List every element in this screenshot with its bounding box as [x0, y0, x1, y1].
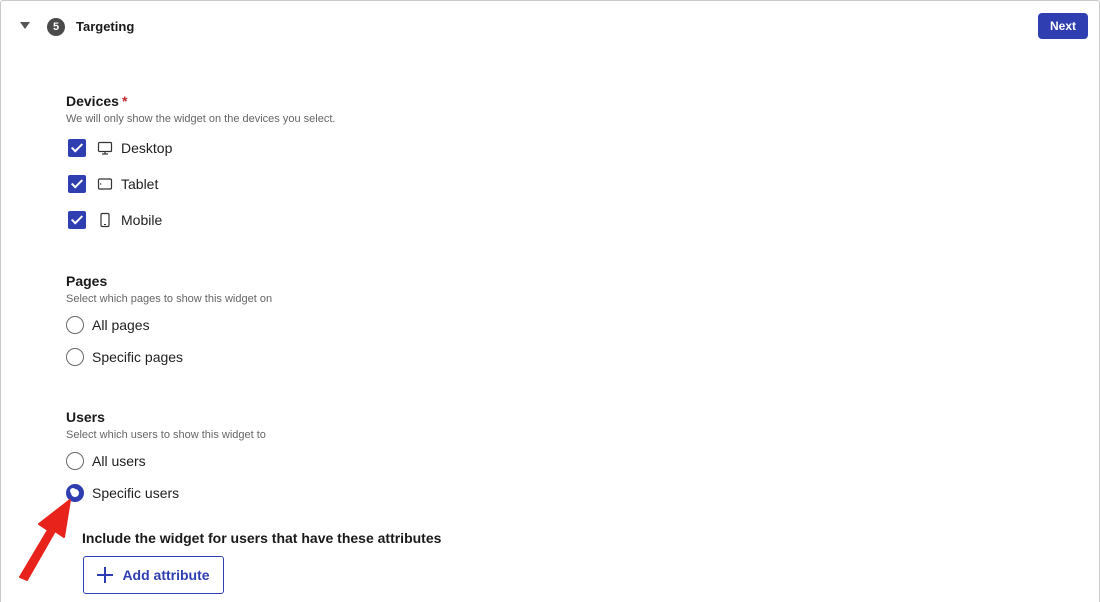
pages-option-all[interactable]: All pages: [66, 314, 150, 336]
device-option-mobile[interactable]: Mobile: [66, 209, 162, 231]
specific-users-label: Specific users: [92, 485, 180, 501]
users-option-specific[interactable]: Specific users: [66, 482, 179, 504]
pages-help-text: Select which pages to show this widget o…: [66, 293, 273, 305]
users-label: Users: [66, 409, 105, 425]
section-header[interactable]: 5 Targeting Next: [1, 1, 1099, 51]
tablet-checkbox[interactable]: [68, 175, 86, 193]
users-option-all[interactable]: All users: [66, 450, 146, 472]
targeting-panel: 5 Targeting Next Devices * We will only s…: [0, 0, 1100, 602]
devices-label-text: Devices: [66, 93, 119, 109]
include-attributes-label: Include the widget for users that have t…: [82, 530, 442, 546]
all-pages-label: All pages: [92, 317, 150, 333]
pages-option-specific[interactable]: Specific pages: [66, 346, 183, 368]
devices-label: Devices *: [66, 92, 127, 110]
collapse-caret-icon[interactable]: [20, 22, 30, 29]
mobile-icon: [97, 212, 113, 228]
section-title: Targeting: [76, 19, 135, 34]
required-marker: *: [121, 93, 128, 109]
all-pages-radio[interactable]: [66, 316, 84, 334]
device-option-desktop[interactable]: Desktop: [66, 137, 172, 159]
all-users-label: All users: [92, 453, 146, 469]
users-help-text: Select which users to show this widget t…: [66, 429, 266, 441]
mobile-checkbox[interactable]: [68, 211, 86, 229]
desktop-checkbox[interactable]: [68, 139, 86, 157]
next-button[interactable]: Next: [1038, 13, 1088, 39]
plus-icon: [97, 567, 114, 583]
desktop-label: Desktop: [121, 140, 173, 156]
all-users-radio[interactable]: [66, 452, 84, 470]
devices-help-text: We will only show the widget on the devi…: [66, 113, 336, 125]
add-attribute-button[interactable]: Add attribute: [83, 556, 224, 594]
mobile-label: Mobile: [121, 212, 163, 228]
tablet-icon: [97, 176, 113, 192]
desktop-icon: [97, 140, 113, 156]
device-option-tablet[interactable]: Tablet: [66, 173, 158, 195]
specific-users-radio[interactable]: [66, 484, 84, 502]
tablet-label: Tablet: [121, 176, 159, 192]
specific-pages-radio[interactable]: [66, 348, 84, 366]
add-attribute-label: Add attribute: [122, 567, 210, 583]
step-number-badge: 5: [47, 18, 65, 36]
specific-pages-label: Specific pages: [92, 349, 184, 365]
pages-label: Pages: [66, 273, 108, 289]
